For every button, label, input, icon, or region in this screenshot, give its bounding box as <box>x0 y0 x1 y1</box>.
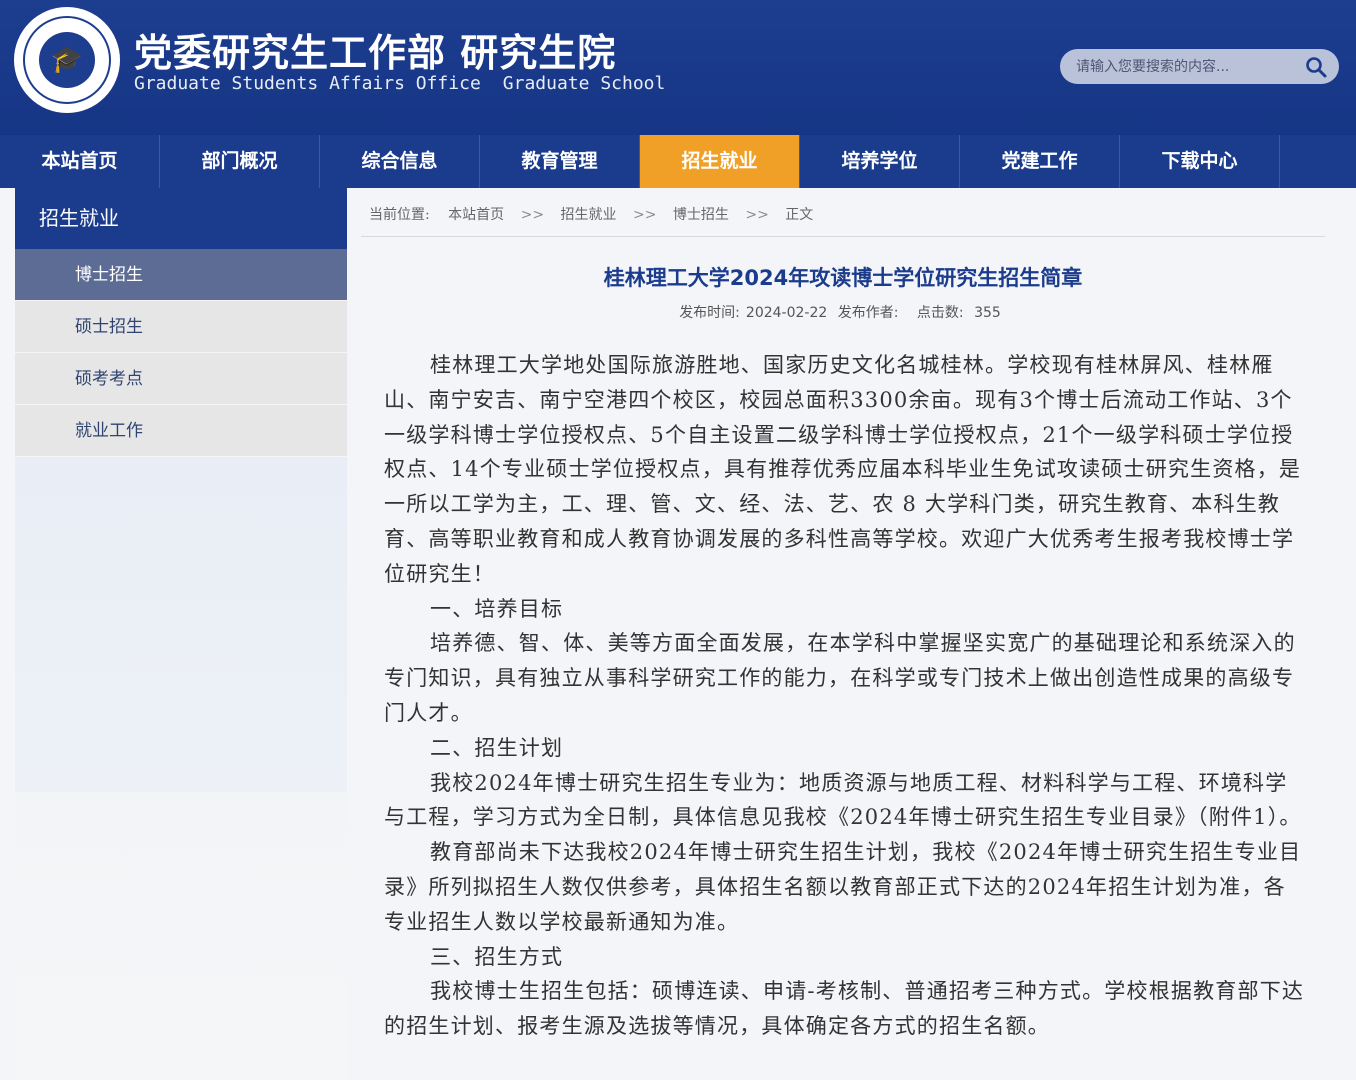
sidebar-title: 招生就业 <box>15 188 347 249</box>
main-nav: 本站首页 部门概况 综合信息 教育管理 招生就业 培养学位 党建工作 下载中心 <box>0 135 1356 188</box>
article-paragraph: 教育部尚未下达我校2024年博士研究生招生计划，我校《2024年博士研究生招生专… <box>384 840 1302 934</box>
site-title: 党委研究生工作部 研究生院 <box>134 31 617 75</box>
nav-item-admissions[interactable]: 招生就业 <box>640 135 800 188</box>
search-icon[interactable] <box>1304 55 1328 79</box>
breadcrumb-admissions[interactable]: 招生就业 <box>561 207 617 223</box>
breadcrumb-home[interactable]: 本站首页 <box>448 207 504 223</box>
nav-item-department[interactable]: 部门概况 <box>160 135 320 188</box>
article-paragraph: 培养德、智、体、美等方面全面发展，在本学科中掌握坚实宽广的基础理论和系统深入的专… <box>384 631 1296 725</box>
mortarboard-icon: 🎓 <box>39 32 95 88</box>
breadcrumb-prefix: 当前位置: <box>369 207 430 223</box>
breadcrumb: 当前位置: 本站首页 >> 招生就业 >> 博士招生 >> 正文 <box>369 204 813 224</box>
nav-item-general-info[interactable]: 综合信息 <box>320 135 480 188</box>
subtitle-office: Graduate Students Affairs Office <box>134 73 481 94</box>
main-content: 当前位置: 本站首页 >> 招生就业 >> 博士招生 >> 正文 桂林理工大学2… <box>361 188 1340 1080</box>
sidebar-item-exam-site[interactable]: 硕考考点 <box>15 353 347 405</box>
author-label: 发布作者: <box>837 305 899 321</box>
section-heading: 一、培养目标 <box>430 596 564 621</box>
nav-item-education[interactable]: 教育管理 <box>480 135 640 188</box>
divider <box>361 236 1325 237</box>
nav-item-home[interactable]: 本站首页 <box>0 135 160 188</box>
subtitle-school: Graduate School <box>502 73 666 94</box>
breadcrumb-separator: >> <box>633 207 657 223</box>
sidebar: 招生就业 博士招生 硕士招生 硕考考点 就业工作 <box>15 188 347 1080</box>
article-paragraph: 我校博士生招生包括：硕博连读、申请-考核制、普通招考三种方式。学校根据教育部下达… <box>384 979 1305 1039</box>
nav-item-party[interactable]: 党建工作 <box>960 135 1120 188</box>
publish-label: 发布时间: <box>679 305 740 321</box>
article-meta: 发布时间: 2024-02-22 发布作者: 点击数: 355 <box>361 302 1325 322</box>
article-title: 桂林理工大学2024年攻读博士学位研究生招生简章 <box>603 266 1083 290</box>
article-paragraph: 我校2024年博士研究生招生专业为：地质资源与地质工程、材料科学与工程、环境科学… <box>384 770 1302 830</box>
breadcrumb-phd[interactable]: 博士招生 <box>673 207 729 223</box>
section-heading: 三、招生方式 <box>430 944 564 969</box>
search-box <box>1060 49 1339 84</box>
nav-item-degrees[interactable]: 培养学位 <box>800 135 960 188</box>
breadcrumb-current: 正文 <box>785 207 814 223</box>
site-subtitle: Graduate Students Affairs Office Graduate… <box>134 73 665 94</box>
nav-item-downloads[interactable]: 下载中心 <box>1120 135 1280 188</box>
sidebar-item-phd[interactable]: 博士招生 <box>15 249 347 301</box>
sidebar-decoration <box>15 457 347 792</box>
university-logo-icon[interactable]: 🎓 <box>14 7 120 113</box>
logo-ring: 🎓 <box>23 16 111 104</box>
breadcrumb-separator: >> <box>520 207 545 223</box>
breadcrumb-separator: >> <box>745 207 769 223</box>
publish-date: 2024-02-22 <box>745 305 828 321</box>
sidebar-item-employment[interactable]: 就业工作 <box>15 405 347 457</box>
article-body: 桂林理工大学地处国际旅游胜地、国家历史文化名城桂林。学校现有桂林屏风、桂林雁山、… <box>384 348 1306 1044</box>
clicks-label: 点击数: <box>916 305 964 321</box>
section-heading: 二、招生计划 <box>430 735 564 760</box>
search-input[interactable] <box>1076 49 1296 84</box>
clicks-count: 355 <box>974 305 1001 321</box>
sidebar-item-masters[interactable]: 硕士招生 <box>15 301 347 353</box>
site-header: 🎓 党委研究生工作部 研究生院 Graduate Students Affair… <box>0 0 1356 135</box>
article-paragraph: 桂林理工大学地处国际旅游胜地、国家历史文化名城桂林。学校现有桂林屏风、桂林雁山、… <box>384 353 1302 586</box>
